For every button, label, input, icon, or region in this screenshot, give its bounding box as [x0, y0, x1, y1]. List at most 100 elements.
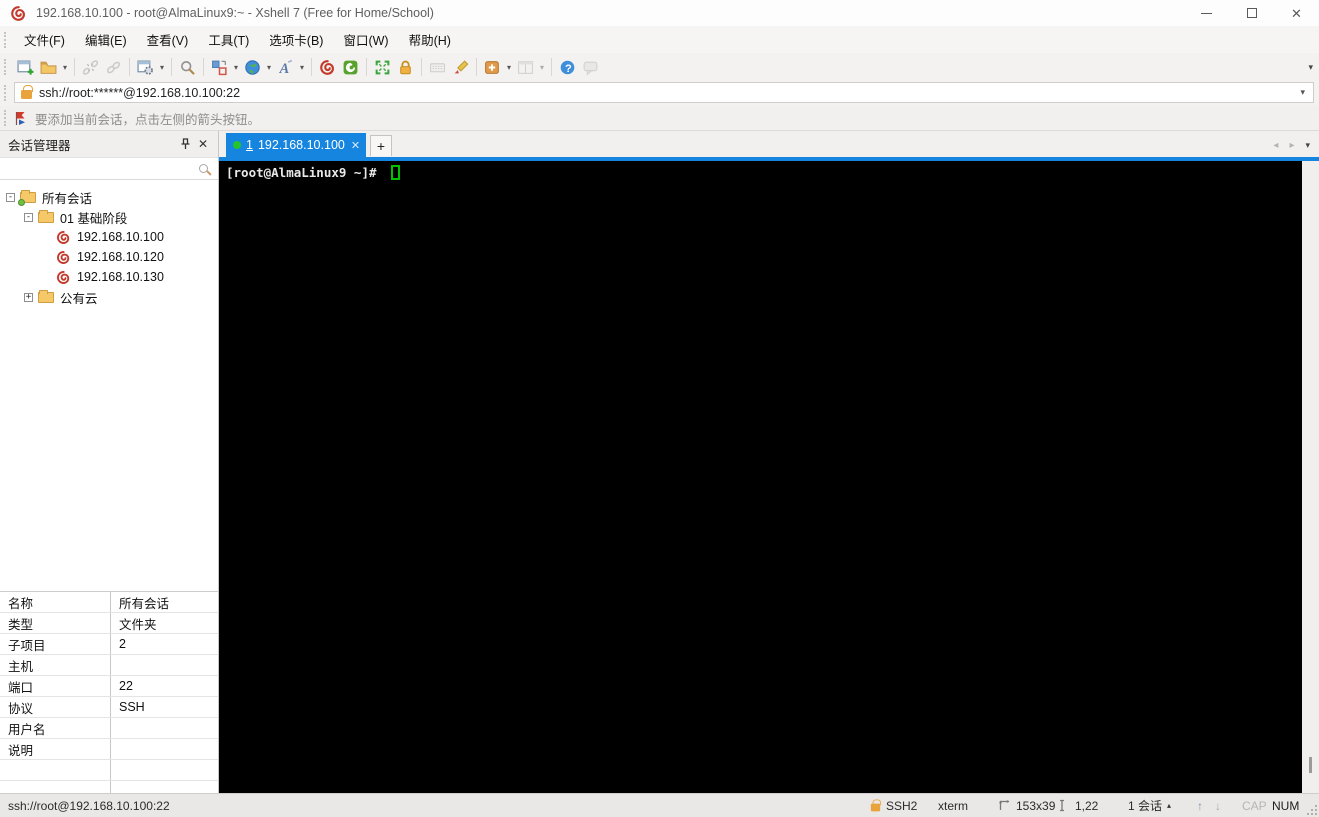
- new-session-button[interactable]: [14, 56, 37, 79]
- collapse-icon[interactable]: -: [6, 192, 15, 202]
- menu-window[interactable]: 窗口(W): [333, 26, 398, 53]
- collapse-icon[interactable]: -: [24, 212, 33, 222]
- status-cursor-position: 1,22: [1057, 794, 1098, 817]
- session-properties-dropdown[interactable]: ▾: [157, 63, 167, 72]
- close-panel-button[interactable]: ✕: [194, 135, 212, 153]
- session-search-box[interactable]: [0, 157, 218, 180]
- minimize-button[interactable]: [1184, 0, 1229, 26]
- web-browser-dropdown[interactable]: ▾: [264, 63, 274, 72]
- tree-item-folder-base[interactable]: - 01 基础阶段: [0, 207, 218, 227]
- menu-file[interactable]: 文件(F): [14, 26, 75, 53]
- xftp-launch-button[interactable]: [339, 56, 362, 79]
- expand-icon[interactable]: +: [24, 292, 33, 302]
- address-field[interactable]: ssh://root:******@192.168.10.100:22 ▾: [14, 82, 1314, 103]
- screen-size-icon: [998, 799, 1011, 812]
- toolbar-grip[interactable]: [4, 59, 8, 75]
- menu-tools[interactable]: 工具(T): [198, 26, 259, 53]
- tab-list-dropdown[interactable]: ▾: [1305, 140, 1310, 151]
- status-terminal-type: xterm: [938, 798, 968, 813]
- menu-tabs[interactable]: 选项卡(B): [259, 26, 333, 53]
- screen-size-value: 153x39: [1016, 798, 1056, 813]
- terminal-screen[interactable]: [root@AlmaLinux9 ~]#: [219, 161, 1319, 793]
- session-manager-header: 会话管理器 ✕: [0, 131, 218, 157]
- fullscreen-button[interactable]: [371, 56, 394, 79]
- toolbar-separator: [203, 58, 204, 76]
- address-dropdown[interactable]: ▾: [1298, 87, 1307, 98]
- scrollbar-thumb[interactable]: [1309, 757, 1312, 773]
- pin-panel-button[interactable]: [176, 135, 194, 153]
- tree-item-label[interactable]: 公有云: [60, 288, 98, 307]
- menubar-grip[interactable]: [4, 31, 8, 48]
- scroll-up-button[interactable]: ↑: [1197, 794, 1203, 817]
- menu-view[interactable]: 查看(V): [137, 26, 199, 53]
- window-layout-button[interactable]: [208, 56, 231, 79]
- tree-item-session-120[interactable]: 192.168.10.120: [0, 247, 218, 267]
- status-bar: ssh://root@192.168.10.100:22 SSH2 xterm …: [0, 793, 1319, 817]
- property-value: 2: [119, 637, 126, 651]
- tree-item-label[interactable]: 01 基础阶段: [60, 208, 127, 227]
- help-button[interactable]: ?: [556, 56, 579, 79]
- property-row: 说明: [0, 739, 218, 760]
- tree-item-folder-cloud[interactable]: + 公有云: [0, 287, 218, 307]
- appearance-font-icon: A: [279, 59, 293, 76]
- property-row: 用户名: [0, 718, 218, 739]
- property-row: 端口 22: [0, 676, 218, 697]
- toolbar-separator: [551, 58, 552, 76]
- highlight-button[interactable]: [449, 56, 472, 79]
- menu-bar: 文件(F) 编辑(E) 查看(V) 工具(T) 选项卡(B) 窗口(W) 帮助(…: [0, 26, 1319, 53]
- new-terminal-tab-button[interactable]: [481, 56, 504, 79]
- toolbar-separator: [421, 58, 422, 76]
- maximize-button[interactable]: [1229, 0, 1274, 26]
- lock-screen-button[interactable]: [394, 56, 417, 79]
- property-label: 用户名: [8, 722, 46, 737]
- menu-help[interactable]: 帮助(H): [399, 26, 461, 53]
- xshell-launch-button[interactable]: [316, 56, 339, 79]
- addressbar-grip[interactable]: [4, 84, 8, 101]
- terminal-cursor: [391, 165, 401, 180]
- tree-item-label[interactable]: 192.168.10.120: [77, 250, 164, 264]
- xshell-session-icon: [55, 250, 72, 265]
- new-tab-button[interactable]: +: [370, 135, 392, 156]
- folder-icon: [38, 289, 55, 305]
- appearance-dropdown[interactable]: ▾: [297, 63, 307, 72]
- tree-item-label[interactable]: 192.168.10.130: [77, 270, 164, 284]
- window-layout-dropdown[interactable]: ▾: [231, 63, 241, 72]
- tab-close-button[interactable]: ✕: [350, 139, 361, 152]
- tree-item-label[interactable]: 所有会话: [42, 188, 92, 207]
- tree-item-label[interactable]: 192.168.10.100: [77, 230, 164, 244]
- session-count-button[interactable]: 1 会话 ▴: [1128, 794, 1171, 817]
- new-terminal-tab-dropdown[interactable]: ▾: [504, 63, 514, 72]
- close-icon: ✕: [1291, 5, 1302, 21]
- tree-item-session-100[interactable]: 192.168.10.100: [0, 227, 218, 247]
- tile-windows-dropdown[interactable]: ▾: [537, 63, 547, 72]
- xshell-session-icon: [55, 270, 72, 285]
- menu-edit[interactable]: 编辑(E): [75, 26, 137, 53]
- web-browser-button[interactable]: [241, 56, 264, 79]
- tab-scroll-right-button[interactable]: ▸: [1289, 140, 1294, 151]
- session-properties-icon: [137, 59, 153, 75]
- toolbar-overflow-button[interactable]: ▾: [1308, 62, 1313, 73]
- find-button[interactable]: [176, 56, 199, 79]
- close-button[interactable]: ✕: [1274, 0, 1319, 26]
- tree-item-session-130[interactable]: 192.168.10.130: [0, 267, 218, 287]
- property-row: 主机: [0, 655, 218, 676]
- find-icon: [181, 60, 195, 75]
- tab-scroll-left-button[interactable]: ◂: [1273, 140, 1278, 151]
- session-search-input[interactable]: [6, 161, 199, 176]
- property-value: 22: [119, 679, 133, 693]
- infobar-grip: [4, 110, 8, 126]
- appearance-button[interactable]: A: [274, 56, 297, 79]
- address-value[interactable]: ssh://root:******@192.168.10.100:22: [39, 86, 1298, 100]
- reconnect-button: [102, 56, 125, 79]
- session-properties-button[interactable]: [134, 56, 157, 79]
- plus-icon: +: [376, 138, 386, 154]
- tab-session-active[interactable]: 1 192.168.10.100 ✕: [226, 133, 366, 157]
- lock-screen-icon: [400, 60, 411, 74]
- address-lock-icon: [21, 85, 33, 99]
- terminal-scrollbar[interactable]: [1302, 161, 1319, 793]
- scroll-down-button[interactable]: ↓: [1215, 794, 1221, 817]
- open-session-dropdown[interactable]: ▾: [60, 63, 70, 72]
- tree-item-all-sessions[interactable]: - 所有会话: [0, 187, 218, 207]
- open-session-button[interactable]: [37, 56, 60, 79]
- resize-grip[interactable]: [1307, 805, 1317, 815]
